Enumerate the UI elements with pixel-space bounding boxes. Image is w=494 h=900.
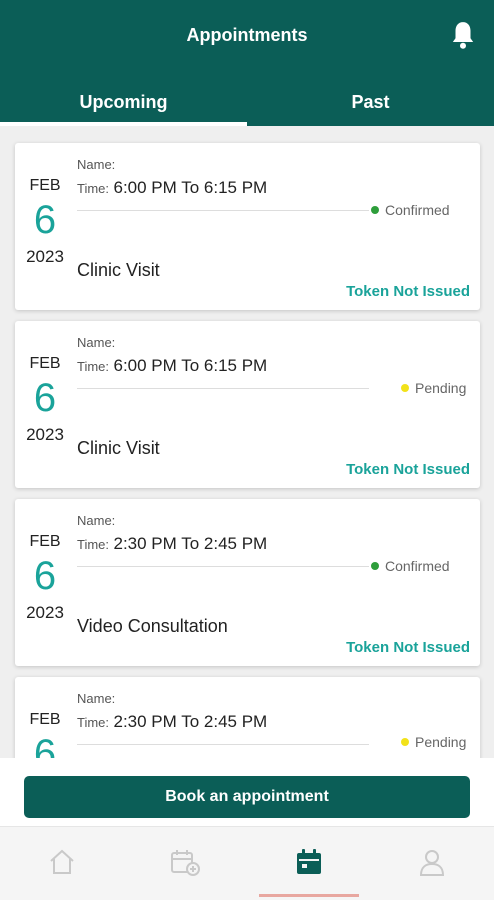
status-text: Confirmed xyxy=(385,558,450,574)
home-icon xyxy=(50,849,74,874)
divider xyxy=(77,388,369,389)
name-label: Name: xyxy=(77,691,116,706)
appointment-date: FEB 6 2023 xyxy=(15,533,75,623)
token-status: Token Not Issued xyxy=(346,283,470,300)
token-status: Token Not Issued xyxy=(346,639,470,656)
time-value: 6:00 PM To 6:15 PM xyxy=(113,356,268,375)
name-label: Name: xyxy=(77,157,116,172)
visit-type: Clinic Visit xyxy=(77,260,160,280)
nav-appointments[interactable] xyxy=(247,827,371,900)
date-month: FEB xyxy=(29,177,61,194)
status-dot-icon xyxy=(401,738,409,746)
calendar-icon xyxy=(296,849,321,874)
status-text: Pending xyxy=(415,734,467,750)
bottom-nav xyxy=(0,826,494,900)
appointment-time: Time: 6:00 PM To 6:15 PM xyxy=(77,356,267,376)
tab-bar: Upcoming Past xyxy=(0,82,494,126)
status-badge: Pending xyxy=(401,380,466,396)
appointment-date: FEB 6 2023 xyxy=(15,177,75,267)
time-label: Time: xyxy=(77,537,110,552)
appointment-card[interactable]: FEB 6 2023 Name: Time: 6:00 PM To 6:15 P… xyxy=(15,143,480,310)
appointment-time: Time: 6:00 PM To 6:15 PM xyxy=(77,178,267,198)
appointment-date: FEB 6 2023 xyxy=(15,355,75,445)
tab-past[interactable]: Past xyxy=(247,82,494,126)
appointment-time: Time: 2:30 PM To 2:45 PM xyxy=(77,534,267,554)
name-label: Name: xyxy=(77,513,116,528)
divider xyxy=(77,210,369,211)
tab-upcoming[interactable]: Upcoming xyxy=(0,82,247,126)
visit-type: Clinic Visit xyxy=(77,438,160,458)
status-dot-icon xyxy=(371,206,379,214)
appointment-card[interactable]: FEB 6 2023 Name: Time: 6:00 PM To 6:15 P… xyxy=(15,321,480,488)
status-badge: Pending xyxy=(401,734,466,750)
date-day: 6 xyxy=(33,554,57,598)
appointment-list[interactable]: FEB 6 2023 Name: Time: 6:00 PM To 6:15 P… xyxy=(0,126,494,758)
status-badge: Confirmed xyxy=(371,202,450,218)
date-day: 6 xyxy=(33,376,57,420)
appointment-card[interactable]: FEB 6 2023 Name: Time: 2:30 PM To 2:45 P… xyxy=(15,677,480,758)
status-dot-icon xyxy=(371,562,379,570)
date-day: 6 xyxy=(33,198,57,242)
page-title: Appointments xyxy=(186,25,308,45)
time-value: 2:30 PM To 2:45 PM xyxy=(113,712,268,731)
status-badge: Confirmed xyxy=(371,558,450,574)
token-status: Token Not Issued xyxy=(346,461,470,478)
appointment-date: FEB 6 2023 xyxy=(15,711,75,758)
calendar-add-icon xyxy=(171,850,201,876)
date-month: FEB xyxy=(29,533,61,550)
divider xyxy=(77,566,369,567)
time-label: Time: xyxy=(77,359,110,374)
status-text: Pending xyxy=(415,380,467,396)
book-appointment-button[interactable]: Book an appointment xyxy=(24,776,470,818)
date-year: 2023 xyxy=(26,247,64,266)
appointment-time: Time: 2:30 PM To 2:45 PM xyxy=(77,712,267,732)
date-month: FEB xyxy=(29,355,61,372)
status-dot-icon xyxy=(401,384,409,392)
time-value: 2:30 PM To 2:45 PM xyxy=(113,534,268,553)
divider xyxy=(77,744,369,745)
nav-home[interactable] xyxy=(0,827,124,900)
tab-past-label: Past xyxy=(351,92,390,112)
name-label: Name: xyxy=(77,335,116,350)
active-nav-indicator xyxy=(259,894,359,897)
nav-profile[interactable] xyxy=(371,827,494,900)
time-label: Time: xyxy=(77,181,110,196)
time-label: Time: xyxy=(77,715,110,730)
user-icon xyxy=(420,850,445,876)
book-bar: Book an appointment xyxy=(0,758,494,826)
status-text: Confirmed xyxy=(385,202,450,218)
nav-book[interactable] xyxy=(124,827,248,900)
appointment-card[interactable]: FEB 6 2023 Name: Time: 2:30 PM To 2:45 P… xyxy=(15,499,480,666)
time-value: 6:00 PM To 6:15 PM xyxy=(113,178,268,197)
app-header: Appointments Upcoming Past xyxy=(0,0,494,126)
bell-icon[interactable] xyxy=(450,20,476,50)
date-day: 6 xyxy=(33,732,57,758)
tab-upcoming-label: Upcoming xyxy=(79,92,168,112)
visit-type: Video Consultation xyxy=(77,616,228,636)
date-year: 2023 xyxy=(26,425,64,444)
date-month: FEB xyxy=(29,711,61,728)
date-year: 2023 xyxy=(26,603,64,622)
